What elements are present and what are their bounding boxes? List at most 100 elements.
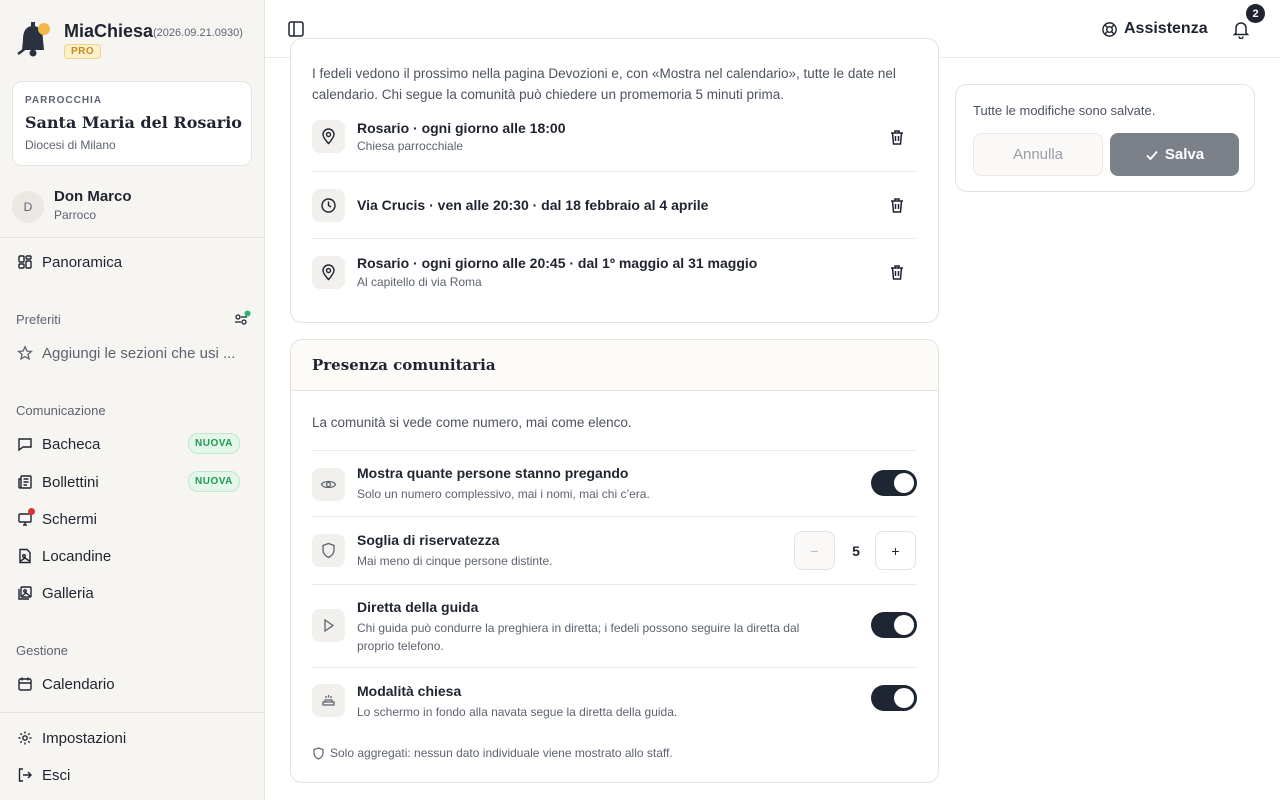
gear-icon: [16, 729, 34, 747]
live-row: Diretta della guida Chi guida può condur…: [312, 584, 917, 667]
map-pin-icon: [312, 120, 345, 153]
map-pin-icon: [312, 256, 345, 289]
nav-impostazioni[interactable]: Impostazioni: [16, 723, 252, 753]
notification-count: 2: [1246, 4, 1265, 23]
live-subtitle: Chi guida può condurre la preghiera in d…: [357, 621, 800, 653]
check-icon: [1146, 150, 1158, 160]
devotion-subtitle: Chiesa parrocchiale: [357, 139, 464, 153]
devotion-title: Rosario · ogni giorno alle 20:45 · dal 1…: [357, 255, 758, 271]
bell-icon[interactable]: [1231, 19, 1251, 39]
trash-icon[interactable]: [888, 196, 906, 214]
nav-bollettini-label: Bollettini: [42, 473, 99, 491]
live-toggle[interactable]: [871, 612, 917, 638]
sidebar: MiaChiesa (2026.09.21.0930) PRO PARROCCH…: [0, 0, 265, 800]
favorites-add-label: Aggiungi le sezioni che usi ...: [42, 344, 236, 362]
parish-card[interactable]: PARROCCHIA Santa Maria del Rosario Dioce…: [12, 81, 252, 166]
live-title: Diretta della guida: [357, 599, 479, 615]
presence-intro: La comunità si vede come numero, mai com…: [312, 415, 632, 430]
avatar: D: [12, 191, 44, 223]
church-mode-row: Modalità chiesa Lo schermo in fondo alla…: [312, 667, 917, 733]
nav-locandine[interactable]: Locandine: [16, 541, 252, 571]
save-panel: Tutte le modifiche sono salvate. Annulla…: [955, 84, 1255, 192]
decrement-button[interactable]: −: [794, 531, 835, 570]
devotion-row[interactable]: Rosario · ogni giorno alle 20:45 · dal 1…: [312, 240, 917, 306]
dashboard-icon: [16, 253, 34, 271]
trash-icon[interactable]: [888, 263, 906, 281]
show-count-subtitle: Solo un numero complessivo, mai i nomi, …: [357, 487, 650, 501]
nav-schermi-label: Schermi: [42, 510, 98, 528]
presence-title: Presenza comunitaria: [312, 356, 496, 374]
notification-dot: [28, 508, 35, 515]
shield-icon: [313, 746, 324, 760]
church-mode-subtitle: Lo schermo in fondo alla navata segue la…: [357, 705, 678, 719]
app-version: (2026.09.21.0930): [153, 27, 243, 39]
devotion-row[interactable]: Rosario · ogni giorno alle 18:00 Chiesa …: [312, 106, 917, 172]
threshold-value: 5: [852, 543, 860, 559]
nav-galleria[interactable]: Galleria: [16, 578, 252, 608]
nav-bollettini[interactable]: Bollettini NUOVA: [16, 467, 252, 497]
user-name: Don Marco: [54, 188, 132, 205]
lifebuoy-icon: [1102, 21, 1117, 37]
newspaper-icon: [16, 473, 34, 491]
increment-button[interactable]: +: [875, 531, 916, 570]
devotion-row[interactable]: Via Crucis · ven alle 20:30 · dal 18 feb…: [312, 173, 917, 239]
church-bell-logo-icon: [17, 22, 50, 57]
church-mode-title: Modalità chiesa: [357, 683, 462, 699]
nav-esci-label: Esci: [42, 766, 71, 784]
logout-icon: [16, 766, 34, 784]
nav-calendario-label: Calendario: [42, 675, 115, 693]
footnote-text: Solo aggregati: nessun dato individuale …: [330, 746, 673, 760]
nav-esci[interactable]: Esci: [16, 760, 252, 790]
nav-schermi[interactable]: Schermi: [16, 504, 252, 534]
user-profile[interactable]: D Don Marco Parroco: [12, 188, 252, 224]
customize-favorites-icon[interactable]: [233, 310, 251, 328]
brand-name: MiaChiesa: [64, 21, 154, 41]
monitor-icon: [16, 508, 35, 528]
threshold-title: Soglia di riservatezza: [357, 532, 500, 548]
trash-icon[interactable]: [888, 128, 906, 146]
brand[interactable]: MiaChiesa (2026.09.21.0930) PRO: [16, 18, 256, 68]
message-icon: [16, 435, 34, 453]
nav-overview[interactable]: Panoramica: [16, 247, 252, 277]
user-role: Parroco: [54, 208, 97, 222]
devotion-title: Rosario · ogni giorno alle 18:00: [357, 120, 566, 136]
favorites-add[interactable]: Aggiungi le sezioni che usi ...: [16, 338, 252, 368]
cancel-button[interactable]: Annulla: [973, 133, 1103, 176]
save-label: Salva: [1164, 146, 1205, 163]
parish-diocese: Diocesi di Milano: [25, 138, 116, 152]
devotions-intro: I fedeli vedono il prossimo nella pagina…: [312, 66, 896, 102]
new-badge: NUOVA: [188, 471, 240, 492]
presence-card: Presenza comunitaria La comunità si vede…: [290, 339, 939, 783]
show-count-toggle[interactable]: [871, 470, 917, 496]
star-icon: [16, 344, 34, 362]
threshold-subtitle: Mai meno di cinque persone distinte.: [357, 554, 553, 568]
shield-icon: [312, 534, 345, 567]
sidebar-toggle-icon[interactable]: [285, 18, 307, 40]
help-button[interactable]: Assistenza: [1101, 18, 1208, 40]
management-title: Gestione: [16, 643, 69, 658]
privacy-footnote: Solo aggregati: nessun dato individuale …: [312, 746, 673, 760]
parish-label: PARROCCHIA: [25, 95, 103, 106]
save-button[interactable]: Salva: [1110, 133, 1239, 176]
nav-bacheca-label: Bacheca: [42, 435, 101, 453]
nav-impostazioni-label: Impostazioni: [42, 729, 127, 747]
clock-icon: [312, 189, 345, 222]
divider: [0, 712, 264, 713]
help-label: Assistenza: [1124, 20, 1208, 37]
divider: [0, 237, 264, 238]
new-badge: NUOVA: [188, 433, 240, 454]
devotion-title: Via Crucis · ven alle 20:30 · dal 18 feb…: [357, 197, 709, 213]
church-mode-toggle[interactable]: [871, 685, 917, 711]
nav-galleria-label: Galleria: [42, 584, 94, 602]
show-count-row: Mostra quante persone stanno pregando So…: [312, 450, 917, 516]
save-status: Tutte le modifiche sono salvate.: [973, 103, 1156, 118]
nav-bacheca[interactable]: Bacheca NUOVA: [16, 429, 252, 459]
main-content: I fedeli vedono il prossimo nella pagina…: [265, 38, 1280, 800]
nav-calendario[interactable]: Calendario: [16, 669, 252, 699]
devotions-card: I fedeli vedono il prossimo nella pagina…: [290, 38, 939, 323]
gallery-icon: [16, 584, 34, 602]
eye-icon: [312, 468, 345, 501]
nav-overview-label: Panoramica: [42, 253, 123, 271]
church-icon: [312, 684, 345, 717]
nav-locandine-label: Locandine: [42, 547, 112, 565]
